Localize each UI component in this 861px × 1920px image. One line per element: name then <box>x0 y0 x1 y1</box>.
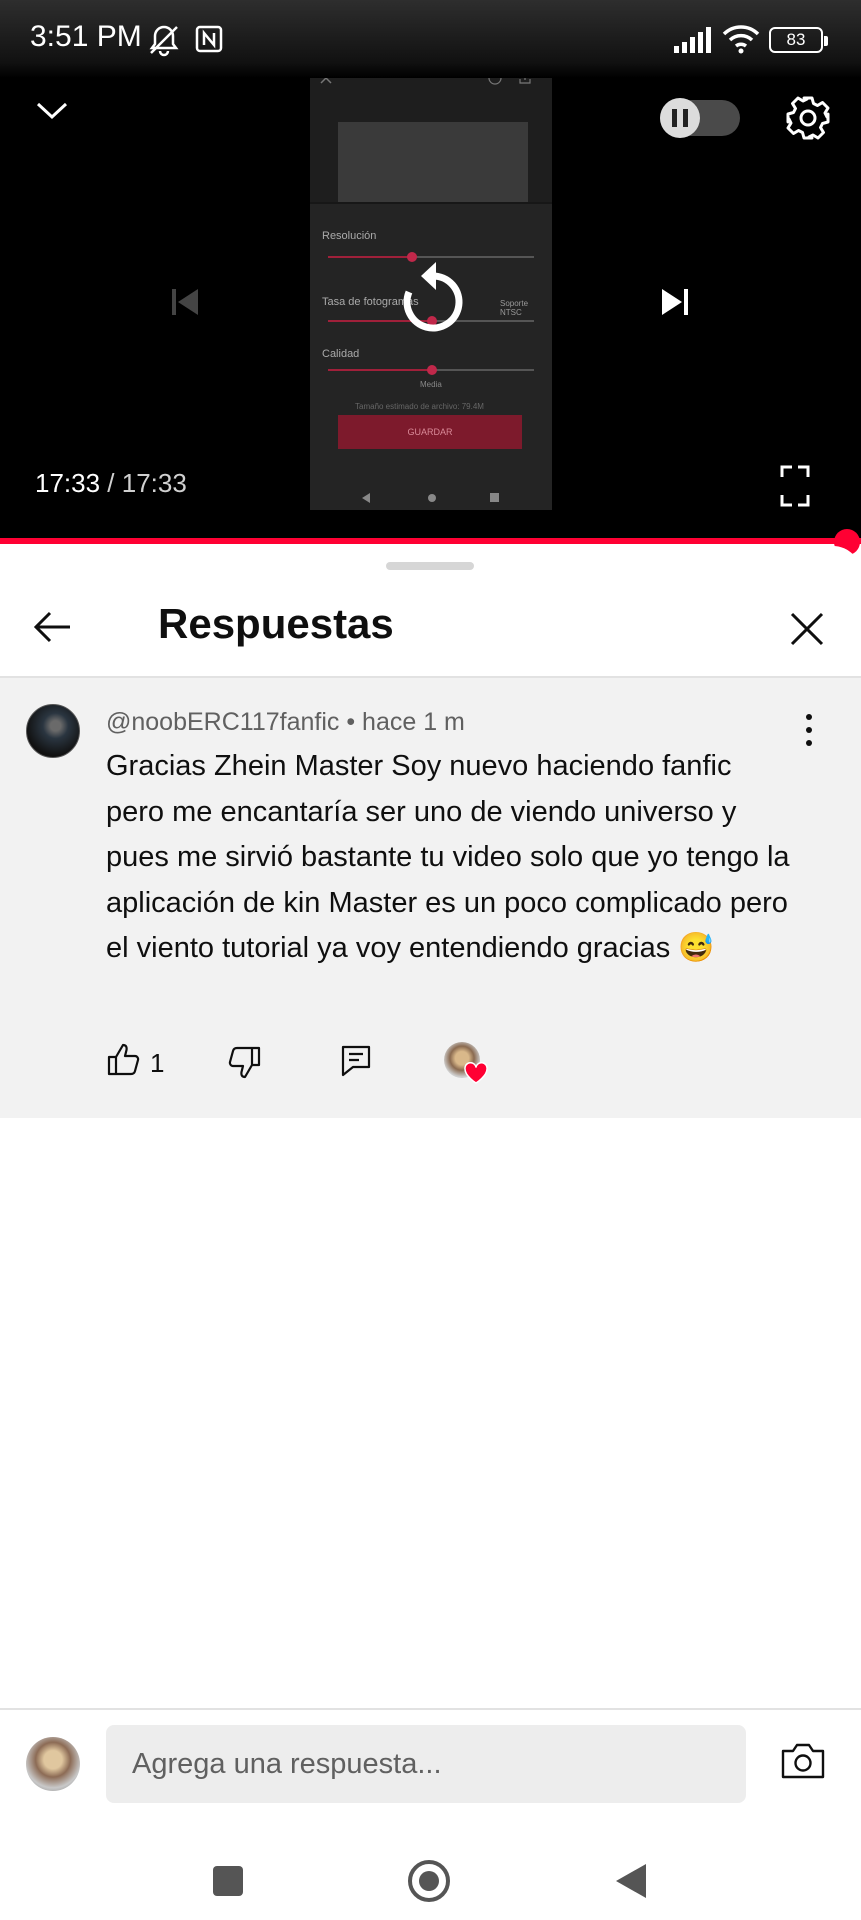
autoplay-toggle[interactable] <box>660 98 740 138</box>
camera-icon[interactable] <box>780 1742 826 1780</box>
reply-divider <box>0 1708 861 1710</box>
back-button[interactable] <box>614 1862 648 1900</box>
more-options-icon[interactable] <box>796 710 820 750</box>
preview-resolution-label: Resolución <box>322 230 377 242</box>
close-icon[interactable] <box>790 612 824 646</box>
time-display: 17:33 / 17:33 <box>35 468 187 499</box>
comment-time: hace 1 m <box>362 708 465 736</box>
system-navigation-bar <box>0 1812 861 1920</box>
preview-top <box>310 62 552 202</box>
time-separator: / <box>100 468 122 498</box>
comment-author[interactable]: @noobERC117fanfic <box>106 708 339 736</box>
page-title: Respuestas <box>158 600 394 647</box>
drag-handle[interactable] <box>386 562 474 570</box>
like-icon[interactable] <box>106 1042 140 1076</box>
current-user-avatar <box>26 1737 80 1791</box>
reply-input[interactable] <box>106 1725 746 1803</box>
recent-apps-button[interactable] <box>213 1866 243 1896</box>
next-video-icon[interactable] <box>660 287 690 317</box>
comment-meta: @noobERC117fanfic • hace 1 m <box>106 708 465 737</box>
fullscreen-icon[interactable] <box>780 465 810 507</box>
wifi-icon <box>722 25 760 54</box>
status-time: 3:51 PM <box>30 20 142 53</box>
video-progress-bar[interactable] <box>0 538 861 544</box>
preview-nav-icons <box>362 493 499 503</box>
nfc-icon <box>195 25 223 53</box>
comment-text: Gracias Zhein Master Soy nuevo haciendo … <box>106 750 790 964</box>
signal-icon <box>674 27 711 53</box>
battery-indicator: 83 <box>769 27 828 53</box>
creator-heart-badge <box>444 1042 488 1086</box>
preview-file-size: Tamaño estimado de archivo: 79.4M <box>355 402 484 411</box>
comment-thread-item: @noobERC117fanfic • hace 1 m Gracias Zhe… <box>0 678 861 1118</box>
comment-author-avatar[interactable] <box>26 704 80 758</box>
minimize-chevron-icon[interactable] <box>34 98 70 122</box>
video-player[interactable]: Resolución Tasa de fotogramas Soporte NT… <box>0 0 861 540</box>
status-bar: 3:51 PM 83 <box>0 0 861 78</box>
home-button[interactable] <box>408 1860 450 1902</box>
preview-save-button: GUARDAR <box>338 415 522 449</box>
reply-icon[interactable] <box>340 1044 372 1078</box>
settings-gear-icon[interactable] <box>784 94 832 142</box>
total-time: 17:33 <box>121 468 187 498</box>
preview-quality-selected: Media <box>420 380 442 389</box>
preview-frame-rate-note: Soporte NTSC <box>500 299 529 317</box>
replies-panel: Respuestas @noobERC117fanfic • hace 1 m … <box>0 546 861 1920</box>
previous-video-icon[interactable] <box>170 287 200 317</box>
heart-icon <box>464 1062 488 1084</box>
preview-quality-slider <box>328 365 534 375</box>
back-arrow-icon[interactable] <box>32 610 72 644</box>
meta-separator: • <box>339 708 363 736</box>
preview-thumbnail <box>338 122 528 202</box>
preview-quality-label: Calidad <box>322 348 360 360</box>
current-time: 17:33 <box>35 468 101 498</box>
pause-icon <box>660 98 700 138</box>
replies-header: Respuestas <box>0 570 861 676</box>
notifications-off-icon <box>149 25 179 57</box>
dislike-icon[interactable] <box>228 1046 262 1080</box>
replay-icon[interactable] <box>400 258 466 338</box>
like-count: 1 <box>150 1048 165 1078</box>
preview-export-sheet: Resolución Tasa de fotogramas Soporte NT… <box>310 204 552 510</box>
